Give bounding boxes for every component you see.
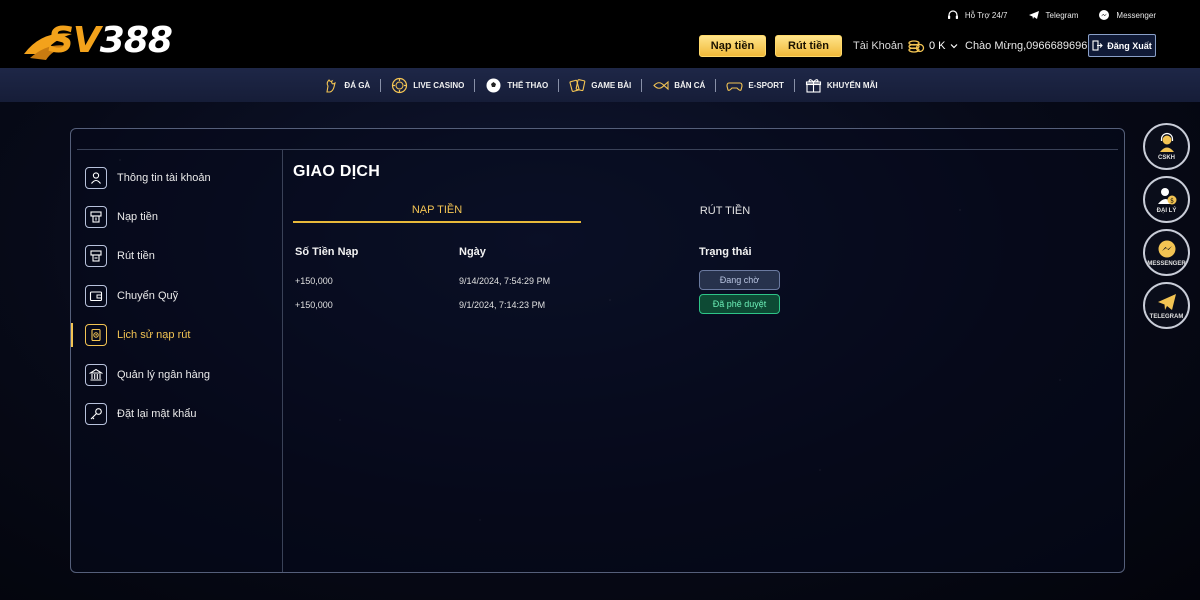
messenger-icon (1099, 10, 1110, 20)
sidebar-item-history[interactable]: Lịch sử nạp rút (85, 323, 190, 347)
sidebar-item-label: Đặt lại mật khẩu (117, 408, 197, 420)
agent-label: ĐẠI LÝ (1156, 208, 1177, 214)
cskh-label: CSKH (1157, 155, 1175, 161)
sidebar-item-withdraw[interactable]: Rút tiền (85, 244, 155, 268)
sidebar-item-label: Quản lý ngân hàng (117, 369, 210, 381)
gift-icon (805, 78, 821, 93)
logout-button[interactable]: Đăng Xuất (1088, 34, 1156, 57)
withdraw-button[interactable]: Rút tiền (775, 35, 842, 57)
deposit-icon (85, 206, 107, 228)
sidebar-item-label: Nạp tiền (117, 211, 158, 223)
messenger-icon (1158, 240, 1175, 258)
nav-item-da-ga[interactable]: ĐÁ GÀ (312, 77, 380, 94)
sidebar-item-bank[interactable]: Quản lý ngân hàng (85, 363, 210, 387)
nav-label: GAME BÀI (591, 80, 632, 90)
support-label: Hỗ Trợ 24/7 (964, 10, 1008, 20)
nav-label: E-SPORT (748, 80, 784, 90)
nav-item-ban-ca[interactable]: BẮN CÁ (642, 77, 715, 94)
balance-dropdown[interactable]: 0 K (907, 37, 958, 55)
sidebar-item-reset-password[interactable]: Đặt lại mật khẩu (85, 402, 196, 426)
rooster-icon (326, 78, 337, 93)
deposit-button[interactable]: Nạp tiền (699, 35, 766, 57)
status-badge-approved: Đã phê duyệt (699, 294, 780, 314)
telegram-label: Telegram (1045, 10, 1079, 20)
messenger-label: Messenger (1116, 10, 1156, 20)
site-logo[interactable]: SV388 (22, 18, 197, 68)
column-header-status: Trạng thái (699, 246, 752, 258)
sidebar-item-label: Lịch sử nạp rút (117, 329, 191, 341)
page-title: GIAO DỊCH (293, 163, 381, 180)
welcome-text: Chào Mừng,0966689696 (965, 40, 1088, 52)
nav-item-the-thao[interactable]: THỂ THAO (475, 77, 558, 94)
panel-divider (77, 149, 1118, 150)
nav-label: KHUYẾN MÃI (826, 80, 878, 90)
support-agent-icon (1159, 132, 1174, 152)
top-header: SV388 Hỗ Trợ 24/7 Telegram Messenger Nạp… (0, 0, 1200, 68)
bank-icon (85, 364, 107, 386)
coins-icon (908, 40, 925, 53)
fish-icon (653, 80, 669, 90)
row-amount: +150,000 (295, 300, 333, 310)
row-date: 9/14/2024, 7:54:29 PM (459, 276, 551, 286)
status-badge-pending: Đang chờ (699, 270, 780, 290)
support-link[interactable]: Hỗ Trợ 24/7 (947, 9, 1008, 21)
tab-withdraw[interactable]: RÚT TIỀN (581, 199, 869, 223)
chevron-down-icon (950, 44, 957, 49)
agent-button[interactable]: $ ĐẠI LÝ (1143, 176, 1190, 223)
logo-text-sv: SV (48, 20, 101, 61)
nav-label: THỂ THAO (507, 80, 549, 90)
telegram-icon (1028, 11, 1039, 19)
sidebar-item-transfer[interactable]: Chuyển Quỹ (85, 284, 178, 308)
chip-icon (392, 77, 408, 93)
messenger-float-label: MESSENGER (1147, 261, 1186, 267)
nav-label: BẮN CÁ (674, 80, 706, 90)
nav-item-e-sport[interactable]: E-SPORT (716, 77, 794, 94)
messenger-link[interactable]: Messenger (1098, 9, 1156, 21)
support-links: Hỗ Trợ 24/7 Telegram Messenger (947, 9, 1156, 21)
logo-text: SV388 (48, 20, 173, 61)
sidebar-item-label: Chuyển Quỹ (117, 290, 179, 302)
logout-label: Đăng Xuất (1107, 40, 1152, 51)
gamepad-icon (726, 81, 743, 91)
cards-icon (569, 78, 586, 92)
balance-value: 0 K (929, 40, 946, 52)
nav-item-game-bai[interactable]: GAME BÀI (559, 77, 641, 94)
tab-deposit[interactable]: NẠP TIỀN (293, 199, 581, 223)
agent-dollar-icon: $ (1157, 188, 1176, 205)
telegram-icon (1157, 294, 1176, 310)
sidebar-divider (282, 150, 283, 572)
soccer-ball-icon (486, 78, 501, 92)
nav-item-khuyen-mai[interactable]: KHUYẾN MÃI (795, 77, 888, 94)
messenger-float-button[interactable]: MESSENGER (1143, 229, 1190, 276)
sidebar-item-account-info[interactable]: Thông tin tài khoản (85, 166, 211, 190)
history-icon (85, 324, 107, 346)
wallet-icon (85, 285, 107, 307)
sidebar-item-deposit[interactable]: Nạp tiền (85, 205, 158, 229)
account-label: Tài Khoản (853, 40, 904, 52)
nav-label: LIVE CASINO (413, 80, 465, 90)
headset-icon (947, 10, 958, 19)
nav-label: ĐÁ GÀ (344, 80, 371, 90)
column-header-amount: Số Tiền Nạp (295, 246, 359, 258)
user-icon (85, 167, 107, 189)
row-amount: +150,000 (295, 276, 333, 286)
key-icon (85, 403, 107, 425)
active-indicator (71, 323, 73, 347)
sidebar-item-label: Rút tiền (117, 250, 155, 262)
telegram-float-label: TELEGRAM (1149, 314, 1184, 320)
sidebar-item-label: Thông tin tài khoản (117, 172, 211, 184)
logo-text-num: 388 (99, 20, 173, 61)
row-date: 9/1/2024, 7:14:23 PM (459, 300, 546, 310)
withdraw-icon (85, 245, 107, 267)
transaction-panel: Thông tin tài khoản Nạp tiền Rút tiền Ch… (70, 128, 1125, 573)
main-nav: ĐÁ GÀ LIVE CASINO THỂ THAO GAME BÀI BẮN … (0, 68, 1200, 102)
logout-icon (1092, 40, 1104, 51)
cskh-button[interactable]: CSKH (1143, 123, 1190, 170)
telegram-link[interactable]: Telegram (1028, 9, 1079, 21)
nav-item-live-casino[interactable]: LIVE CASINO (381, 77, 474, 94)
svg-text:$: $ (1170, 198, 1174, 205)
column-header-date: Ngày (459, 246, 486, 258)
telegram-float-button[interactable]: TELEGRAM (1143, 282, 1190, 329)
